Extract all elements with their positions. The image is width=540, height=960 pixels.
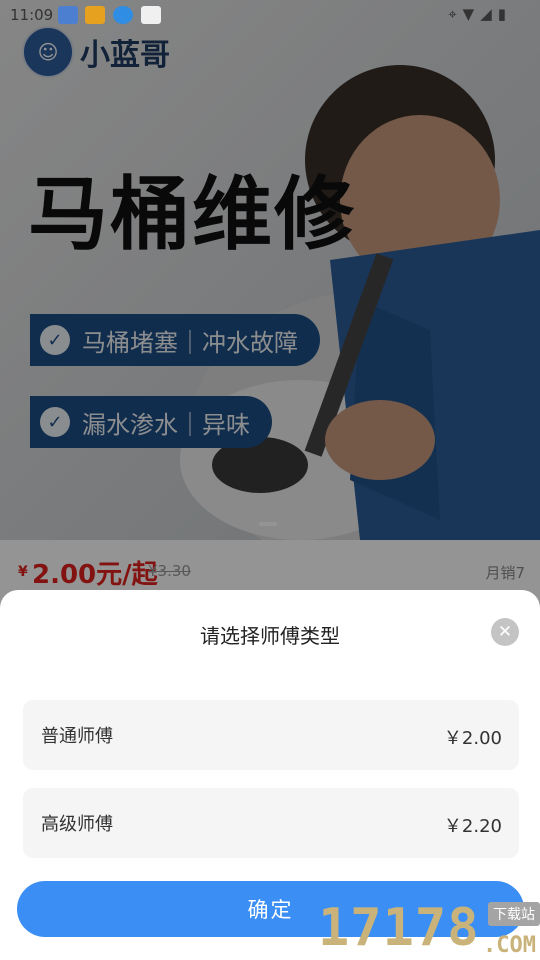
option-name: 普通师傅 bbox=[41, 726, 113, 747]
battery-icon: ▮ bbox=[497, 5, 512, 23]
option-regular-master[interactable]: 普通师傅 ￥2.00 bbox=[23, 700, 519, 770]
download-icon bbox=[113, 6, 133, 24]
wifi-icon: ▼ bbox=[462, 5, 481, 23]
location-icon: ⌖ bbox=[448, 5, 463, 23]
sheet-title: 请选择师傅类型 bbox=[200, 624, 340, 648]
app-notification-icon bbox=[141, 6, 161, 24]
status-indicators: ⌖▼◢▮ bbox=[448, 5, 512, 23]
watermark-number: 17178 bbox=[318, 898, 480, 958]
watermark-domain: .COM bbox=[483, 933, 536, 958]
watermark-tag: 下载站 bbox=[488, 902, 540, 926]
option-price: ￥2.00 bbox=[443, 728, 502, 749]
close-icon[interactable]: ✕ bbox=[491, 618, 519, 646]
app-notification-icon bbox=[85, 6, 105, 24]
status-bar: 11:09 ⌖▼◢▮ bbox=[0, 0, 540, 30]
option-name: 高级师傅 bbox=[41, 814, 113, 835]
status-time: 11:09 bbox=[10, 6, 54, 24]
option-senior-master[interactable]: 高级师傅 ￥2.20 bbox=[23, 788, 519, 858]
watermark: 17178 下载站 .COM bbox=[318, 898, 540, 960]
app-notification-icon bbox=[58, 6, 78, 24]
signal-icon: ◢ bbox=[480, 5, 498, 23]
option-price: ￥2.20 bbox=[443, 816, 502, 837]
